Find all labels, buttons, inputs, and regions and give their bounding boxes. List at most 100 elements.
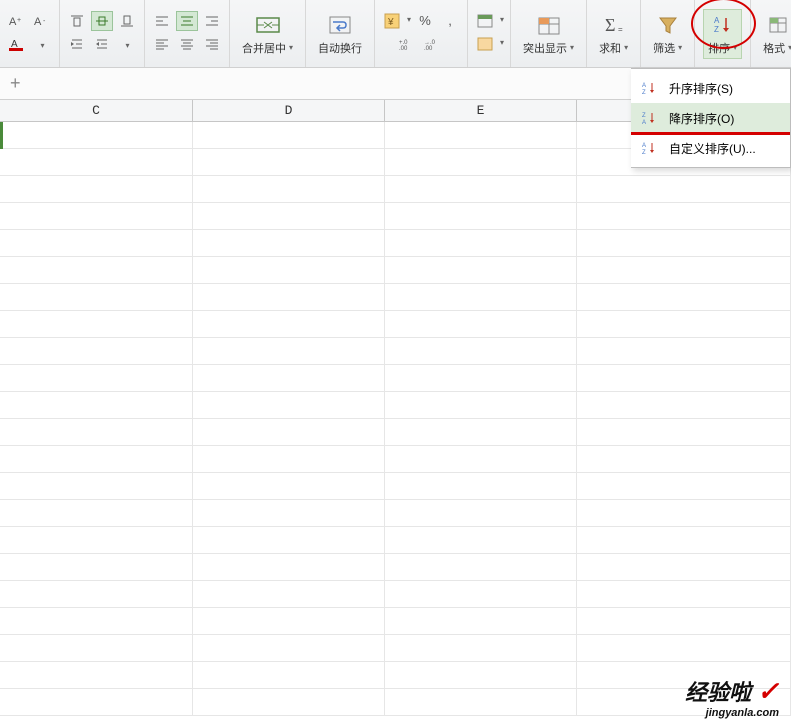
column-header[interactable]: E: [385, 100, 577, 121]
cell[interactable]: [0, 419, 193, 445]
cell[interactable]: [385, 446, 577, 472]
add-sheet-icon[interactable]: +: [6, 73, 25, 94]
cell[interactable]: [385, 149, 577, 175]
cell[interactable]: [193, 203, 385, 229]
font-dropdown[interactable]: [31, 34, 53, 54]
align-left-button[interactable]: [151, 11, 173, 31]
cell[interactable]: [0, 230, 193, 256]
cell[interactable]: [193, 230, 385, 256]
cell-style-dropdown[interactable]: [499, 34, 504, 54]
cell[interactable]: [385, 554, 577, 580]
cell[interactable]: [0, 176, 193, 202]
cell[interactable]: [385, 635, 577, 661]
justify-right-button[interactable]: [201, 34, 223, 54]
cell[interactable]: [385, 122, 577, 148]
cell[interactable]: [385, 338, 577, 364]
comma-button[interactable]: ,: [439, 11, 461, 31]
cell[interactable]: [0, 392, 193, 418]
cell[interactable]: [385, 392, 577, 418]
cell[interactable]: [577, 689, 791, 715]
cell[interactable]: [193, 473, 385, 499]
cell[interactable]: [193, 311, 385, 337]
cell[interactable]: [577, 662, 791, 688]
cell[interactable]: [193, 500, 385, 526]
cell[interactable]: [0, 500, 193, 526]
cell[interactable]: [0, 257, 193, 283]
cell[interactable]: [577, 554, 791, 580]
cell[interactable]: [385, 473, 577, 499]
cell[interactable]: [577, 311, 791, 337]
cell[interactable]: [0, 581, 193, 607]
cell[interactable]: [385, 365, 577, 391]
percent-button[interactable]: %: [414, 11, 436, 31]
increase-font-button[interactable]: A+: [6, 11, 28, 31]
cell[interactable]: [577, 500, 791, 526]
filter-button[interactable]: 筛选: [649, 10, 686, 58]
cell[interactable]: [385, 500, 577, 526]
cell[interactable]: [193, 581, 385, 607]
cell[interactable]: [385, 419, 577, 445]
cell[interactable]: [0, 608, 193, 634]
indent-dropdown[interactable]: [116, 34, 138, 54]
cell[interactable]: [0, 662, 193, 688]
cell[interactable]: [577, 473, 791, 499]
table-style-dropdown[interactable]: [499, 11, 504, 31]
cell[interactable]: [577, 635, 791, 661]
cell[interactable]: [193, 122, 385, 148]
font-color-button[interactable]: A: [6, 34, 28, 54]
cell[interactable]: [0, 554, 193, 580]
cell-style-button[interactable]: [474, 34, 496, 54]
cell[interactable]: [577, 257, 791, 283]
sort-button[interactable]: AZ 排序: [703, 9, 742, 59]
cell[interactable]: [0, 635, 193, 661]
menu-sort-asc[interactable]: AZ 升序排序(S): [631, 73, 790, 103]
increase-indent-button[interactable]: [66, 34, 88, 54]
cell[interactable]: [0, 365, 193, 391]
decrease-decimal-button[interactable]: →.0.00: [423, 34, 445, 54]
cell[interactable]: [0, 338, 193, 364]
merge-center-button[interactable]: 合并居中: [238, 10, 297, 58]
cell[interactable]: [577, 527, 791, 553]
cell[interactable]: [193, 365, 385, 391]
cell[interactable]: [385, 176, 577, 202]
cell[interactable]: [577, 392, 791, 418]
justify-left-button[interactable]: [151, 34, 173, 54]
cell[interactable]: [0, 311, 193, 337]
format-button[interactable]: 格式: [759, 10, 791, 58]
cell[interactable]: [193, 257, 385, 283]
cell[interactable]: [0, 689, 193, 715]
align-right-button[interactable]: [201, 11, 223, 31]
spreadsheet-grid[interactable]: CDE: [0, 100, 791, 716]
cell[interactable]: [0, 284, 193, 310]
cell[interactable]: [385, 203, 577, 229]
cell[interactable]: [0, 149, 193, 175]
cell[interactable]: [385, 662, 577, 688]
cell[interactable]: [577, 284, 791, 310]
highlight-button[interactable]: 突出显示: [519, 10, 578, 58]
cell[interactable]: [577, 446, 791, 472]
cell[interactable]: [385, 608, 577, 634]
align-center-button[interactable]: [176, 11, 198, 31]
cell[interactable]: [193, 338, 385, 364]
cell[interactable]: [193, 284, 385, 310]
cell[interactable]: [193, 635, 385, 661]
cell[interactable]: [385, 311, 577, 337]
cell[interactable]: [0, 473, 193, 499]
menu-sort-desc[interactable]: ZA 降序排序(O): [631, 103, 790, 133]
cell[interactable]: [577, 338, 791, 364]
cell[interactable]: [577, 176, 791, 202]
cell[interactable]: [193, 662, 385, 688]
cell[interactable]: [577, 419, 791, 445]
cell[interactable]: [193, 149, 385, 175]
cell[interactable]: [577, 608, 791, 634]
column-header[interactable]: C: [0, 100, 193, 121]
cell[interactable]: [193, 554, 385, 580]
increase-decimal-button[interactable]: +.0.00: [398, 34, 420, 54]
currency-dropdown[interactable]: [406, 11, 411, 31]
table-style-button[interactable]: [474, 11, 496, 31]
cell[interactable]: [577, 203, 791, 229]
cell[interactable]: [385, 527, 577, 553]
cell[interactable]: [385, 284, 577, 310]
cell[interactable]: [0, 122, 193, 148]
cell[interactable]: [385, 257, 577, 283]
